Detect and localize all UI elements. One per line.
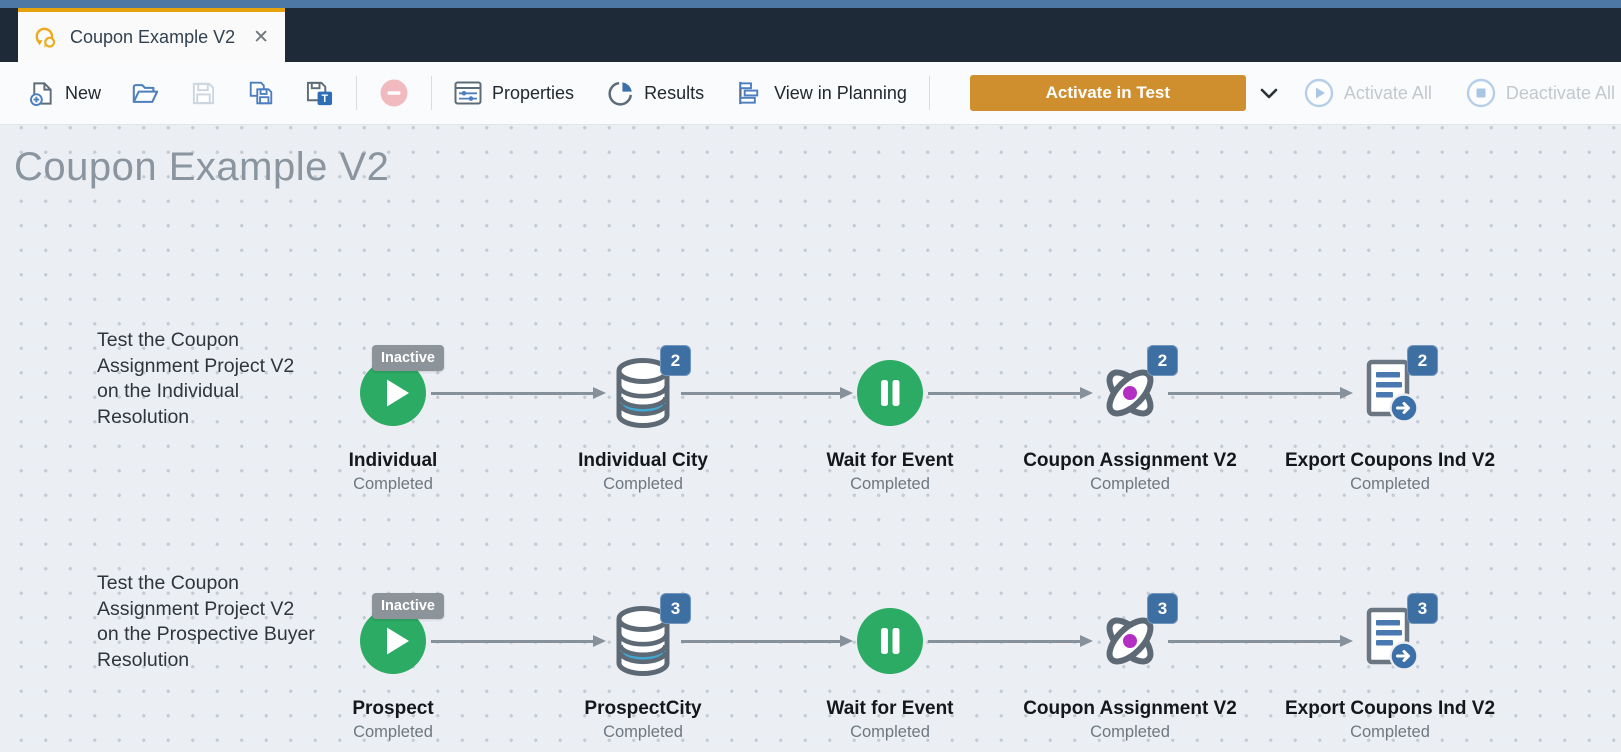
play-circle-icon bbox=[1304, 78, 1334, 108]
deactivate-all-button[interactable]: Deactivate All bbox=[1466, 78, 1615, 108]
stop-circle-icon bbox=[1466, 78, 1496, 108]
count-badge: 2 bbox=[1407, 345, 1438, 376]
workflow-node-individual[interactable]: Inactive Individual Completed bbox=[283, 345, 503, 494]
node-label: Wait for Event bbox=[826, 698, 954, 719]
node-status: Completed bbox=[1350, 723, 1430, 741]
gantt-planning-icon bbox=[737, 80, 764, 106]
activate-all-label: Activate All bbox=[1343, 82, 1432, 103]
node-label: Individual bbox=[348, 450, 438, 471]
count-badge: 3 bbox=[660, 593, 691, 624]
node-status: Completed bbox=[353, 475, 433, 493]
titlebar-strip bbox=[0, 0, 1621, 8]
flow-canvas[interactable]: Coupon Example V2 Test the Coupon Assign… bbox=[0, 125, 1621, 752]
remove-circle-icon bbox=[379, 78, 409, 108]
deactivate-all-label: Deactivate All bbox=[1505, 82, 1615, 103]
workflow-node-coupon-assignment-v2[interactable]: 3 Coupon Assignment V2 Completed bbox=[1020, 593, 1240, 742]
inactive-tag: Inactive bbox=[372, 593, 444, 619]
view-in-planning-label: View in Planning bbox=[774, 82, 907, 103]
activate-in-test-button[interactable]: Activate in Test bbox=[969, 75, 1246, 111]
open-folder-icon bbox=[131, 81, 159, 106]
save-as-template-button[interactable]: T bbox=[305, 80, 334, 107]
workflow-node-export-coupons-ind-v2[interactable]: 3 Export Coupons Ind V2 Completed bbox=[1280, 593, 1500, 742]
toolbar-divider bbox=[356, 76, 358, 110]
node-status: Completed bbox=[1090, 723, 1170, 741]
workflow-node-wait-for-event[interactable]: Wait for Event Completed bbox=[780, 356, 1000, 494]
toolbar-divider bbox=[431, 76, 433, 110]
count-badge: 2 bbox=[1147, 345, 1178, 376]
save-icon bbox=[191, 81, 216, 106]
properties-button[interactable]: Properties bbox=[454, 81, 574, 105]
node-status: Completed bbox=[1350, 475, 1430, 493]
close-icon[interactable]: ✕ bbox=[253, 28, 269, 47]
activity-swirl-icon bbox=[32, 24, 58, 50]
toolbar-divider bbox=[928, 76, 930, 110]
node-label: Coupon Assignment V2 bbox=[1023, 698, 1237, 719]
delete-button[interactable] bbox=[379, 78, 409, 108]
node-status: Completed bbox=[850, 723, 930, 741]
pie-chart-icon bbox=[607, 80, 634, 107]
toolbar: New T Properties Results View in Plannin… bbox=[0, 62, 1621, 125]
save-button[interactable] bbox=[191, 81, 216, 106]
properties-sliders-icon bbox=[454, 81, 482, 105]
chevron-down-icon[interactable] bbox=[1260, 88, 1278, 99]
workflow-node-wait-for-event[interactable]: Wait for Event Completed bbox=[780, 604, 1000, 742]
new-label: New bbox=[65, 82, 102, 103]
count-badge: 3 bbox=[1407, 593, 1438, 624]
node-label: Coupon Assignment V2 bbox=[1023, 450, 1237, 471]
results-button[interactable]: Results bbox=[607, 80, 704, 107]
export-node-icon[interactable]: 2 bbox=[1280, 345, 1500, 430]
export-node-icon[interactable]: 3 bbox=[1280, 593, 1500, 678]
new-button[interactable]: New bbox=[28, 80, 101, 107]
svg-text:T: T bbox=[322, 93, 329, 105]
activate-all-button[interactable]: Activate All bbox=[1304, 78, 1432, 108]
new-document-icon bbox=[28, 80, 55, 107]
count-badge: 2 bbox=[660, 345, 691, 376]
open-button[interactable] bbox=[131, 81, 159, 106]
tab-bar: Coupon Example V2 ✕ bbox=[0, 8, 1621, 62]
node-status: Completed bbox=[850, 475, 930, 493]
node-status: Completed bbox=[603, 475, 683, 493]
tab-coupon-example-v2[interactable]: Coupon Example V2 ✕ bbox=[18, 8, 285, 62]
properties-label: Properties bbox=[492, 82, 575, 103]
node-label: Wait for Event bbox=[826, 450, 954, 471]
node-label: Prospect bbox=[352, 698, 434, 719]
node-status: Completed bbox=[603, 723, 683, 741]
workflow-node-coupon-assignment-v2[interactable]: 2 Coupon Assignment V2 Completed bbox=[1020, 345, 1240, 494]
node-status: Completed bbox=[353, 723, 433, 741]
save-all-button[interactable] bbox=[247, 79, 275, 107]
node-status: Completed bbox=[1090, 475, 1170, 493]
tab-title: Coupon Example V2 bbox=[70, 26, 236, 47]
canvas-title: Coupon Example V2 bbox=[14, 145, 390, 189]
workflow-node-individual-city[interactable]: 2 Individual City Completed bbox=[533, 345, 753, 494]
results-label: Results bbox=[644, 82, 705, 103]
count-badge: 3 bbox=[1147, 593, 1178, 624]
inactive-tag: Inactive bbox=[372, 345, 444, 371]
save-template-icon: T bbox=[305, 80, 334, 107]
save-all-icon bbox=[247, 79, 275, 107]
workflow-node-prospectcity[interactable]: 3 ProspectCity Completed bbox=[533, 593, 753, 742]
node-label: Export Coupons Ind V2 bbox=[1284, 450, 1496, 471]
node-label: Individual City bbox=[578, 450, 708, 471]
node-label: Export Coupons Ind V2 bbox=[1284, 698, 1496, 719]
workflow-node-prospect[interactable]: Inactive Prospect Completed bbox=[283, 593, 503, 742]
app-window: Coupon Example V2 ✕ New T Properties Res… bbox=[0, 0, 1621, 752]
workflow-node-export-coupons-ind-v2[interactable]: 2 Export Coupons Ind V2 Completed bbox=[1280, 345, 1500, 494]
view-in-planning-button[interactable]: View in Planning bbox=[737, 80, 907, 106]
node-label: ProspectCity bbox=[584, 698, 702, 719]
